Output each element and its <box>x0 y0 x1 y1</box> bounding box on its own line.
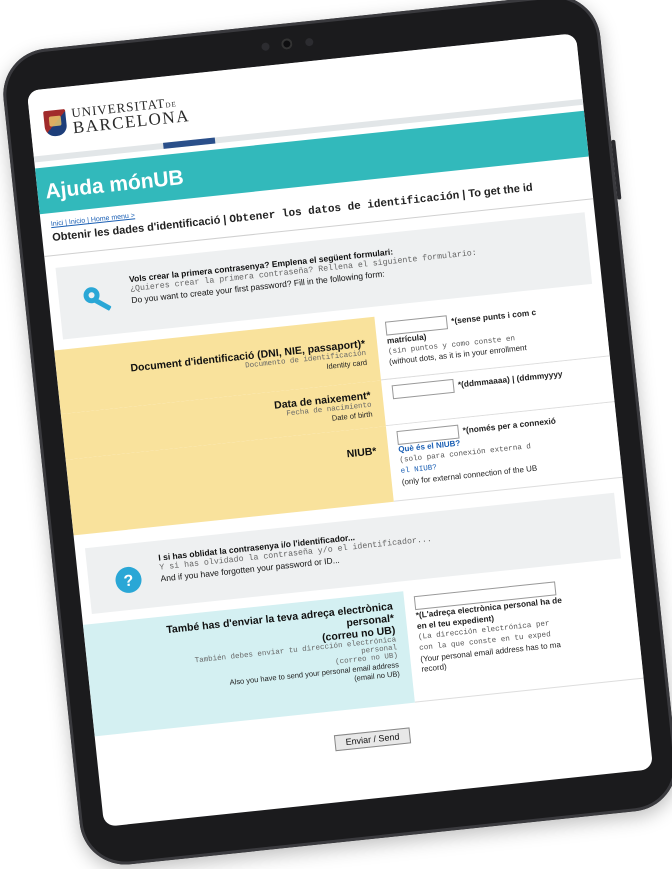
email-field: *(L'adreça electrònica personal ha de en… <box>403 567 644 703</box>
camera-lens <box>280 37 293 50</box>
section-title-en: | To get the id <box>461 181 534 201</box>
side-button <box>611 139 622 200</box>
ub-shield-icon <box>43 108 68 138</box>
screen: UNIVERSITATDE BARCELONA Ajuda mónUB Inic… <box>26 33 654 827</box>
sensor-dot <box>304 37 314 47</box>
svg-text:?: ? <box>123 572 135 590</box>
tablet-frame: UNIVERSITATDE BARCELONA Ajuda mónUB Inic… <box>0 0 672 869</box>
email-note-en2: record) <box>420 662 448 674</box>
niub-note: *(només per a connexió <box>462 415 557 436</box>
send-button[interactable]: Enviar / Send <box>333 727 412 752</box>
question-icon: ? <box>115 566 142 593</box>
birthdate-note: *(ddmmaaaa) | (ddmmyyyy <box>457 368 563 390</box>
sensor-dot <box>261 42 270 52</box>
key-icon <box>83 287 112 311</box>
document-note-1: *(sense punts i com c <box>450 306 537 326</box>
ub-logo[interactable]: UNIVERSITATDE BARCELONA <box>43 94 191 139</box>
birthdate-input[interactable] <box>391 378 455 400</box>
